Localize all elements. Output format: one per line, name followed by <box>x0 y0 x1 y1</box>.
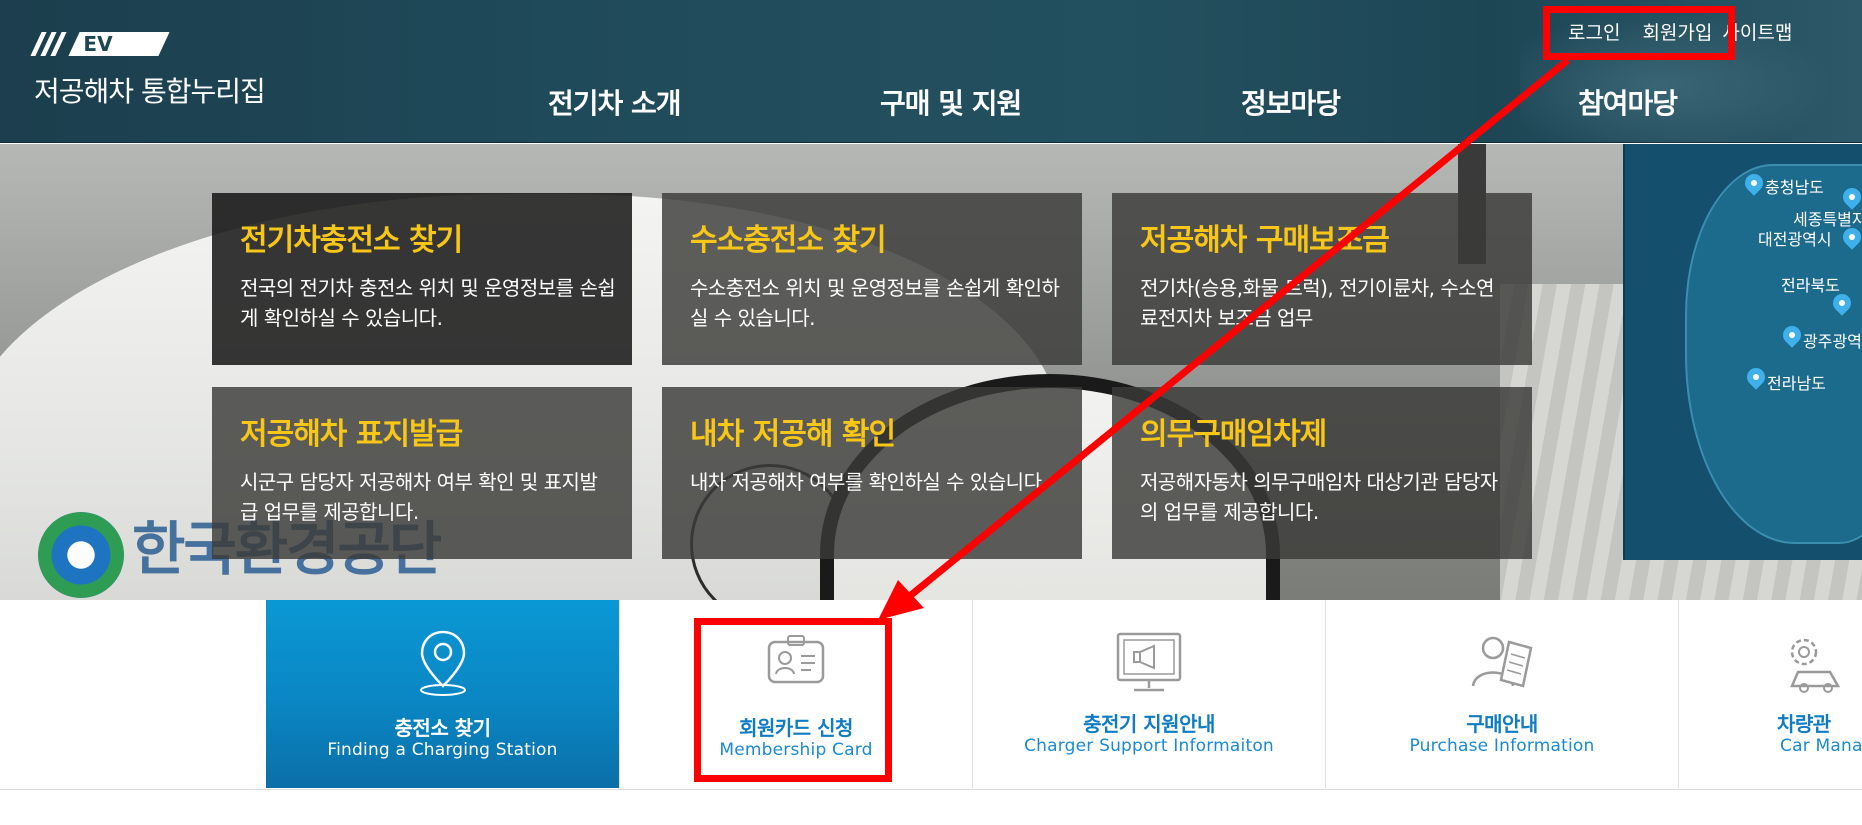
person-document-icon <box>1471 636 1533 688</box>
tile-title: 수소충전소 찾기 <box>690 223 887 258</box>
tile-title: 내차 저공해 확인 <box>690 417 896 452</box>
quick-label-en: Car Mana <box>1780 736 1862 756</box>
tile-title: 의무구매임차제 <box>1140 417 1327 452</box>
tile-description: 저공해자동차 의무구매임차 대상기관 담당자의 업무를 제공합니다. <box>1140 470 1498 524</box>
annotation-highlight-membership-card <box>694 618 892 782</box>
ev-logo-text: EV <box>83 32 113 56</box>
quick-charger-support[interactable]: 충전기 지원안내 Charger Support Informaiton <box>972 600 1325 788</box>
tile-ev-charger-search[interactable]: 전기차충전소 찾기 전국의 전기차 충전소 위치 및 운영정보를 손쉽게 확인하… <box>212 193 632 365</box>
tile-description: 전기차(승용,화물,트럭), 전기이륜차, 수소연료전지차 보조금 업무 <box>1140 276 1495 330</box>
page: EV 저공해차 통합누리집 로그인 회원가입 사이트맵 전기차 소개 구매 및 … <box>0 0 1862 825</box>
tile-title: 전기차충전소 찾기 <box>240 223 463 258</box>
nav-participation[interactable]: 참여마당 <box>1578 82 1678 122</box>
quick-label-en: Purchase Information <box>1409 736 1595 756</box>
quick-label-en: Charger Support Informaiton <box>1024 736 1274 756</box>
map-label: 대전광역시 <box>1758 230 1832 249</box>
quick-label-ko: 구매안내 <box>1466 712 1538 736</box>
nav-purchase-support[interactable]: 구매 및 지원 <box>880 82 1022 122</box>
annotation-highlight-login-signup <box>1543 6 1735 60</box>
tile-description: 전국의 전기차 충전소 위치 및 운영정보를 손쉽게 확인하실 수 있습니다. <box>240 276 616 330</box>
map-label: 충청남도 <box>1765 178 1824 197</box>
quick-car-management[interactable]: 차량관 Car Mana <box>1678 600 1862 788</box>
tile-title: 저공해차 구매보조금 <box>1140 223 1390 258</box>
quick-label-en: Finding a Charging Station <box>327 740 558 760</box>
nav-info[interactable]: 정보마당 <box>1241 82 1341 122</box>
tile-description: 시군구 담당자 저공해차 여부 확인 및 표지발급 업무를 제공합니다. <box>240 470 598 524</box>
tile-description: 수소충전소 위치 및 운영정보를 손쉽게 확인하실 수 있습니다. <box>690 276 1060 330</box>
map-label: 광주광역시 <box>1803 332 1862 351</box>
tile-low-emission-label[interactable]: 저공해차 표지발급 시군구 담당자 저공해차 여부 확인 및 표지발급 업무를 … <box>212 387 632 559</box>
map-label: 전라남도 <box>1767 374 1826 393</box>
map-label: 전라북도 <box>1781 276 1840 295</box>
tile-title: 저공해차 표지발급 <box>240 417 463 452</box>
quick-label-ko: 충전기 지원안내 <box>1083 712 1215 736</box>
quick-find-charging-station[interactable]: 충전소 찾기 Finding a Charging Station <box>266 600 619 788</box>
quick-menu: 충전소 찾기 Finding a Charging Station 회원카드 신… <box>0 600 1862 790</box>
map-pin-icon <box>419 630 466 696</box>
quick-label-ko: 충전소 찾기 <box>394 716 491 740</box>
tile-mandatory-purchase[interactable]: 의무구매임차제 저공해자동차 의무구매임차 대상기관 담당자의 업무를 제공합니… <box>1112 387 1532 559</box>
tile-purchase-subsidy[interactable]: 저공해차 구매보조금 전기차(승용,화물,트럭), 전기이륜차, 수소연료전지차… <box>1112 193 1532 365</box>
tile-description: 내차 저공해차 여부를 확인하실 수 있습니다. <box>690 470 1048 494</box>
nav-ev-intro[interactable]: 전기차 소개 <box>548 82 682 122</box>
charger-map-panel[interactable]: 충청남도 세종특별자치시 대전광역시 전라북도 광주광역시 전라남도 <box>1623 144 1862 560</box>
tile-my-car-check[interactable]: 내차 저공해 확인 내차 저공해차 여부를 확인하실 수 있습니다. <box>662 387 1082 559</box>
tile-hydrogen-station-search[interactable]: 수소충전소 찾기 수소충전소 위치 및 운영정보를 손쉽게 확인하실 수 있습니… <box>662 193 1082 365</box>
gear-car-icon <box>1790 638 1841 693</box>
keco-logo-icon <box>38 512 124 598</box>
main-nav: 전기차 소개 구매 및 지원 정보마당 참여마당 <box>0 82 1862 122</box>
hero-banner: 한국환경공단 전기차충전소 찾기 전국의 전기차 충전소 위치 및 운영정보를 … <box>0 144 1862 600</box>
monitor-megaphone-icon <box>1116 632 1182 692</box>
quick-purchase-info[interactable]: 구매안내 Purchase Information <box>1325 600 1678 788</box>
quick-label-ko: 차량관 <box>1777 712 1831 736</box>
